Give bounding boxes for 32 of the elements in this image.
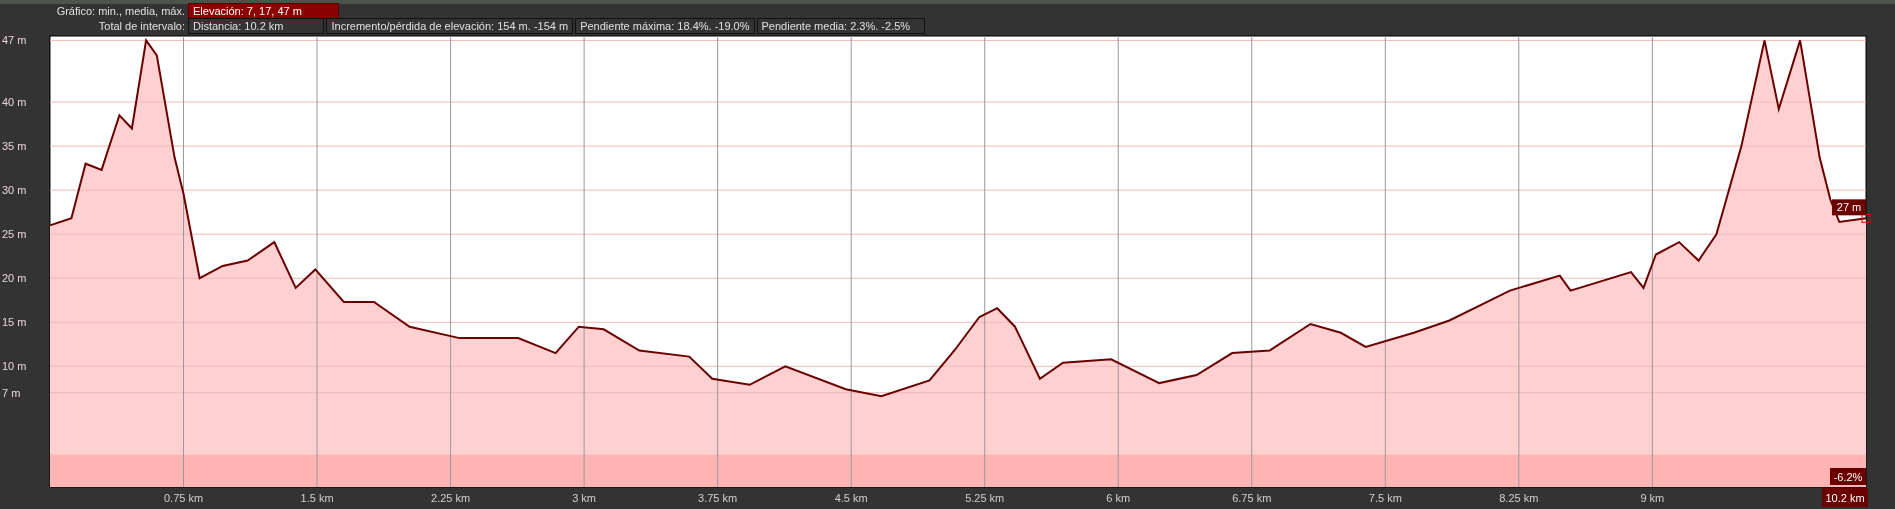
end-slope-tag: -6.2% bbox=[1830, 468, 1866, 485]
x-axis-label: 3 km bbox=[572, 492, 597, 504]
y-axis-label: 7 m bbox=[2, 386, 21, 399]
x-axis-label: 5.25 km bbox=[965, 492, 1005, 504]
y-axis-label: 40 m bbox=[2, 96, 27, 109]
x-axis-label: 6 km bbox=[1106, 492, 1131, 504]
y-axis-label: 15 m bbox=[2, 316, 27, 329]
x-axis-label: 9 km bbox=[1640, 492, 1665, 504]
x-axis-label: 6.75 km bbox=[1232, 492, 1272, 504]
x-axis-label: 1.5 km bbox=[300, 492, 334, 504]
summary-label: Gráfico: min., media, máx. bbox=[55, 5, 186, 17]
end-elevation-tag: 27 m bbox=[1832, 199, 1866, 216]
end-point-marker bbox=[1861, 213, 1871, 223]
x-axis-label: 2.25 km bbox=[431, 492, 471, 504]
summary-field: Distancia: 10.2 km bbox=[188, 18, 325, 34]
x-axis-label: 4.5 km bbox=[834, 492, 868, 504]
summary-field: Elevación: 7, 17, 47 m bbox=[188, 3, 339, 19]
end-distance-tag: 10.2 km bbox=[1822, 488, 1868, 507]
summary-field: Incremento/pérdida de elevación: 154 m. -154 m bbox=[326, 18, 574, 34]
x-axis-label: 8.25 km bbox=[1499, 492, 1539, 504]
x-axis-label: 3.75 km bbox=[698, 492, 738, 504]
y-axis-label: 25 m bbox=[2, 228, 27, 241]
summary-field: Pendiente máxima: 18.4%. -19.0% bbox=[575, 18, 755, 34]
y-axis-label: 10 m bbox=[2, 360, 27, 373]
y-axis-label: 20 m bbox=[2, 272, 27, 285]
y-axis-label: 47 m bbox=[2, 34, 27, 47]
summary-label: Total de intervalo: bbox=[97, 20, 186, 32]
x-axis-label: 0.75 km bbox=[163, 492, 204, 504]
summary-field: Pendiente media: 2.3%. -2.5% bbox=[756, 18, 926, 34]
y-axis-label: 30 m bbox=[2, 184, 27, 197]
x-axis-label: 7.5 km bbox=[1368, 492, 1402, 504]
y-axis-label: 35 m bbox=[2, 140, 27, 153]
